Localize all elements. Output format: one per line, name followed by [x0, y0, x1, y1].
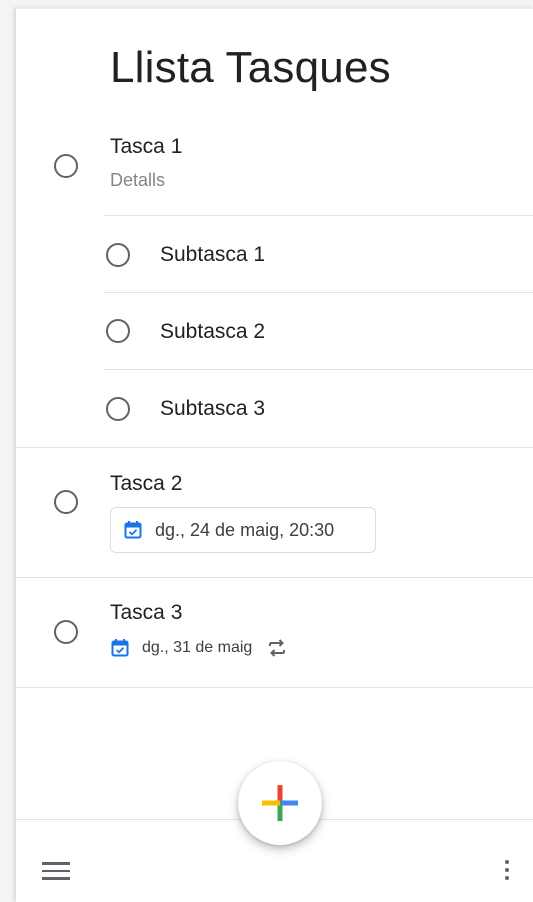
- task-title: Tasca 3: [110, 601, 183, 624]
- more-vert-icon[interactable]: [502, 860, 512, 884]
- task-details: Detalls: [110, 170, 166, 190]
- list-title: Llista Tasques: [110, 43, 391, 92]
- subtask-checkbox[interactable]: [106, 397, 130, 421]
- calendar-check-icon: [111, 639, 129, 657]
- repeat-icon: [269, 639, 286, 657]
- task-title: Tasca 1: [110, 135, 183, 158]
- divider: [104, 369, 533, 370]
- divider: [104, 215, 533, 216]
- subtask-title: Subtasca 1: [160, 243, 266, 266]
- divider: [16, 447, 533, 448]
- calendar-check-icon: [124, 521, 142, 539]
- divider: [16, 687, 533, 688]
- subtask-title: Subtasca 3: [160, 397, 266, 420]
- app-screen: Llista Tasques Tasca 1 Detalls Subtasca …: [16, 8, 533, 902]
- add-task-button[interactable]: [238, 761, 322, 845]
- due-date-text: dg., 24 de maig, 20:30: [155, 519, 335, 540]
- due-date-text: dg., 31 de maig: [142, 639, 253, 656]
- divider: [104, 292, 533, 293]
- google-plus-icon: [262, 785, 298, 821]
- subtask-title: Subtasca 2: [160, 320, 266, 343]
- subtask-checkbox[interactable]: [106, 319, 130, 343]
- task-checkbox[interactable]: [54, 490, 78, 514]
- task-title: Tasca 2: [110, 472, 183, 495]
- due-date-line[interactable]: dg., 31 de maig: [110, 637, 288, 659]
- task-checkbox[interactable]: [54, 154, 78, 178]
- subtask-checkbox[interactable]: [106, 243, 130, 267]
- divider: [16, 577, 533, 578]
- hamburger-menu-icon[interactable]: [42, 862, 70, 882]
- due-date-chip[interactable]: dg., 24 de maig, 20:30: [110, 507, 376, 553]
- task-checkbox[interactable]: [54, 620, 78, 644]
